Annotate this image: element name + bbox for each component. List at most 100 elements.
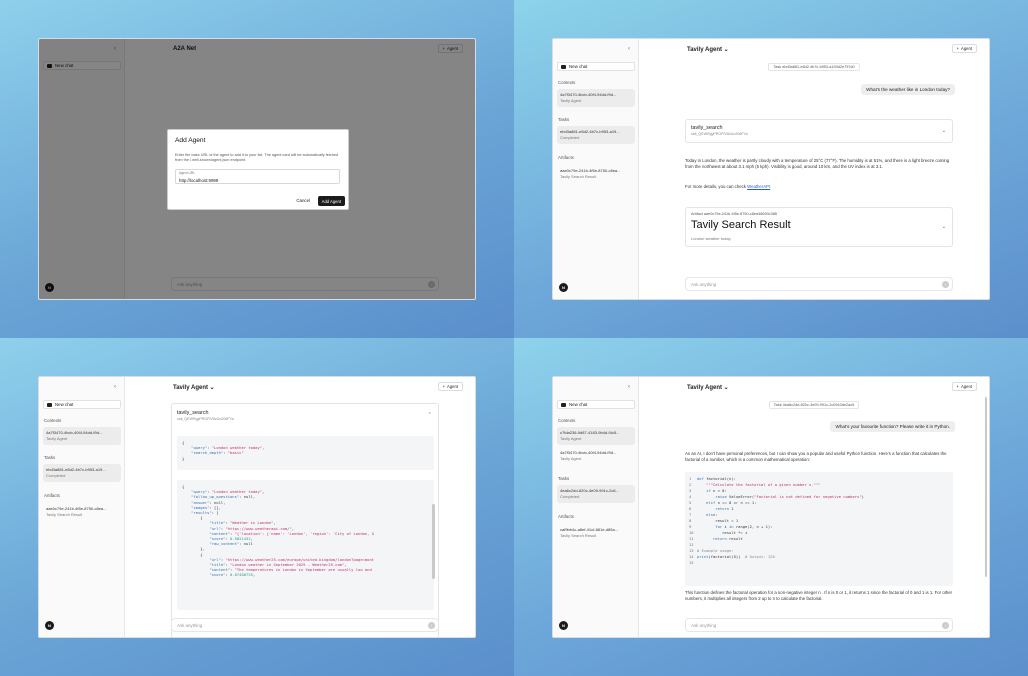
new-chat-button[interactable]: New chat [43, 400, 121, 409]
agent-selector[interactable]: Tavily Agent ⌄ [687, 384, 729, 391]
chat-input[interactable]: Ask anything ↑ [171, 618, 439, 632]
user-message: What's the weather like in London today? [861, 84, 955, 95]
contexts-label: Contexts [44, 418, 62, 423]
context-agent: Tavily Agent [560, 455, 582, 461]
screenshot-tool-output: ‹ New chat Contexts 4a7f3470-4bcb-40f4-9… [0, 338, 514, 676]
task-item[interactable]: ebd3a881-e8d2-4b7c-b953-a19... Completed [43, 464, 121, 482]
context-item[interactable]: 4a7f3470-4bcb-40f4-94dd-f9d... Tavily Ag… [43, 427, 121, 445]
add-agent-button[interactable]: + Agent [437, 382, 463, 391]
avatar[interactable]: N [559, 283, 568, 292]
plus-icon: + [442, 384, 446, 389]
contexts-label: Contexts [558, 80, 576, 85]
tool-call-id: call_QEWRgyPRGPIV8zUo206FYa [177, 417, 234, 421]
send-icon[interactable]: ↑ [428, 622, 435, 629]
agent-button-label: Agent [961, 46, 972, 51]
artifacts-label: Artifacts [558, 514, 574, 519]
collapse-sidebar-icon[interactable]: ‹ [628, 384, 630, 390]
artifact-name: Tavily Search Result [560, 173, 597, 179]
task-chip: Task ebd3a881-e8d2-4b7c-b953-a193d2e797d… [639, 63, 989, 71]
chevron-up-icon[interactable]: ⌃ [428, 412, 432, 418]
send-icon[interactable]: ↑ [942, 281, 949, 288]
new-chat-button[interactable]: New chat [557, 62, 635, 71]
contexts-label: Contexts [558, 418, 576, 423]
avatar[interactable]: N [45, 621, 54, 630]
screenshot-weather-chat: ‹ New chat Contexts 4a7f3470-4bcb-40f4-9… [514, 0, 1028, 338]
sidebar: ‹ New chat Contexts 4a7f3470-4bcb-40f4-9… [553, 39, 639, 299]
artifact-card-label: Artifact aae0c79e-241b-4f5e-8750-c8ea486… [691, 212, 777, 216]
add-agent-dialog: Add Agent Enter the base URL of the agen… [167, 129, 349, 210]
avatar[interactable]: N [559, 621, 568, 630]
add-agent-button[interactable]: + Agent [951, 382, 977, 391]
agent-selector[interactable]: Tavily Agent ⌄ [687, 46, 729, 53]
assistant-answer: Today in London, the weather is partly c… [685, 158, 950, 170]
screenshot-python-function: ‹ New chat Contexts c7fda236-9d87-4183-9… [514, 338, 1028, 676]
task-status: Completed [560, 493, 580, 499]
dialog-description: Enter the base URL of the agent to add i… [175, 153, 339, 162]
chat-input[interactable]: Ask anything ↑ [685, 618, 953, 632]
context-agent: Tavily Agent [46, 435, 68, 441]
screenshot-add-agent: ‹ New chat N A2A Net + Agent Ask anythin… [0, 0, 514, 338]
artifact-card-title: Tavily Search Result [691, 219, 791, 231]
tasks-label: Tasks [44, 455, 56, 460]
tasks-label: Tasks [558, 117, 570, 122]
agent-selector[interactable]: Tavily Agent ⌄ [173, 384, 215, 391]
plus-icon: + [956, 46, 960, 51]
chat-input-placeholder: Ask anything [691, 623, 717, 628]
collapse-sidebar-icon[interactable]: ‹ [114, 384, 116, 390]
main-panel: Tavily Agent ⌄ + Agent Task ebd3a881-e8d… [639, 39, 989, 299]
app-window: ‹ New chat Contexts 4a7f3470-4bcb-40f4-9… [552, 38, 990, 300]
scrollbar[interactable] [432, 504, 435, 579]
sidebar: ‹ New chat Contexts 4a7f3470-4bcb-40f4-9… [39, 377, 125, 637]
cancel-button[interactable]: Cancel [296, 198, 310, 203]
task-status: Completed [46, 472, 66, 478]
context-agent: Tavily Agent [560, 435, 582, 441]
plus-icon: + [956, 384, 960, 389]
weatherapi-link[interactable]: WeatherAPI [747, 184, 770, 189]
chat-icon [561, 402, 566, 407]
dialog-title: Add Agent [175, 137, 206, 144]
sidebar: ‹ New chat Contexts c7fda236-9d87-4183-9… [553, 377, 639, 637]
context-item[interactable]: 4a7f3470-4bcb-40f4-94dd-f9d... Tavily Ag… [557, 89, 635, 107]
app-window: ‹ New chat Contexts 4a7f3470-4bcb-40f4-9… [38, 376, 476, 638]
agent-button-label: Agent [961, 384, 972, 389]
artifacts-label: Artifacts [44, 493, 60, 498]
app-window: ‹ New chat N A2A Net + Agent Ask anythin… [38, 38, 476, 300]
tool-call-card[interactable]: tavily_search call_QEWRgyPRGPIV8zUo206FY… [685, 119, 953, 143]
assistant-answer-more: For more details, you can check WeatherA… [685, 184, 772, 189]
context-item[interactable]: 4a7f3470-4bcb-40f4-94dd-f9d... Tavily Ag… [557, 447, 635, 465]
agent-url-value[interactable]: http://localhost:9999 [179, 178, 218, 183]
assistant-answer: As an AI, I don't have personal preferen… [685, 451, 947, 463]
app-window: ‹ New chat Contexts c7fda236-9d87-4183-9… [552, 376, 990, 638]
tool-call-id: call_QEWRgyPRGPIV8zUo206FYa [691, 132, 748, 136]
confirm-add-agent-button[interactable]: Add Agent [317, 196, 345, 206]
tool-call-expanded: tavily_search call_QEWRgyPRGPIV8zUo206FY… [171, 403, 439, 637]
artifacts-label: Artifacts [558, 155, 574, 160]
chat-icon [47, 402, 52, 407]
scrollbar[interactable] [985, 397, 987, 577]
send-icon[interactable]: ↑ [942, 622, 949, 629]
artifact-card[interactable]: Artifact aae0c79e-241b-4f5e-8750-c8ea486… [685, 207, 953, 247]
chevron-down-icon[interactable]: ⌄ [942, 224, 946, 230]
chat-input[interactable]: Ask anything ↑ [685, 277, 953, 291]
chevron-down-icon[interactable]: ⌄ [942, 128, 946, 134]
artifact-item[interactable]: aae0c79e-241b-4f5e-8750-c8ea... Tavily S… [43, 503, 121, 521]
context-item[interactable]: c7fda236-9d87-4183-9b4d-f4c5... Tavily A… [557, 427, 635, 445]
agent-button-label: Agent [447, 384, 458, 389]
task-item[interactable]: ebd3a881-e8d2-4b7c-b953-a19... Completed [557, 126, 635, 144]
python-code-block: 1 def factorial(n): 2 """Calculate the fa… [685, 472, 953, 586]
task-item[interactable]: 4ea6c2dd-820c-4e09-991c-2c6... Completed [557, 485, 635, 503]
user-message: What's your favourite function? Please w… [830, 421, 955, 432]
new-chat-button[interactable]: New chat [557, 400, 635, 409]
assistant-answer-explanation: This function defines the factorial oper… [685, 590, 953, 602]
artifact-name: Tavily Search Result [560, 532, 597, 538]
new-chat-label: New chat [569, 64, 588, 69]
artifact-card-desc: London weather today [691, 236, 731, 241]
main-panel: Tavily Agent ⌄ + Agent tavily_search cal… [125, 377, 475, 637]
agent-url-label: Agent URL [179, 171, 196, 175]
add-agent-button[interactable]: + Agent [951, 44, 977, 53]
tool-name: tavily_search [691, 125, 723, 131]
collapse-sidebar-icon[interactable]: ‹ [628, 46, 630, 52]
agent-url-field[interactable]: Agent URL http://localhost:9999 [175, 169, 340, 184]
artifact-item[interactable]: aae0c79e-241b-4f5e-8750-c8ea... Tavily S… [557, 165, 635, 183]
artifact-item[interactable]: caf9bb4c-a8ef-41cf-881e-d85a... Tavily S… [557, 524, 635, 542]
